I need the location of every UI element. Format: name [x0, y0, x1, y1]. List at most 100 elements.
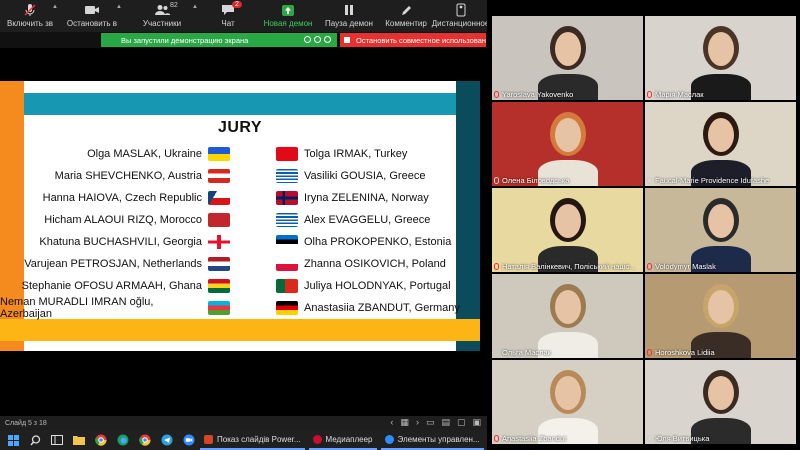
jury-member-right: Alex EVAGGELU, Greece — [276, 209, 430, 231]
jury-member-name: Varujean PETROSJAN, Netherlands — [24, 258, 202, 270]
chevron-up-icon[interactable]: ▲ — [116, 4, 122, 10]
participant-tile[interactable]: Юля Витвицька — [645, 360, 796, 444]
slide-counter: Слайд 5 з 18 — [5, 419, 47, 427]
stop-share-button[interactable]: Остановить совместное использован — [340, 33, 486, 47]
participant-video — [686, 188, 756, 272]
participant-tile[interactable]: Anastasiia Zbandut — [492, 360, 643, 444]
jury-member-name: Juliya HOLODNYAK, Portugal — [304, 280, 451, 292]
mic-muted-icon — [494, 263, 499, 270]
chevron-up-icon[interactable]: ▲ — [52, 4, 58, 10]
participant-tile[interactable]: Наталія Валінкевич, Поліський націо... — [492, 188, 643, 272]
jury-member-right: Tolga IRMAK, Turkey — [276, 143, 407, 165]
participant-name: Наталія Валінкевич, Поліський націо... — [502, 262, 636, 271]
poland-flag-icon — [276, 257, 298, 271]
jury-member-name: Hanna HAIOVA, Czech Republic — [42, 192, 202, 204]
chevron-up-icon[interactable]: ▲ — [192, 4, 198, 10]
zoom-icon[interactable] — [182, 433, 196, 447]
participant-name-label: Наталія Валінкевич, Поліський націо... — [494, 262, 641, 271]
reading-view-icon[interactable]: ▢ — [457, 417, 466, 428]
presentation-area: JURY Olga MASLAK, Ukraine Maria SHEVCHENK… — [0, 48, 487, 416]
jury-member-left: Hanna HAIOVA, Czech Republic — [43, 187, 230, 209]
ghana-flag-icon — [208, 279, 230, 293]
czech-flag-icon — [208, 191, 230, 205]
pause-icon — [340, 3, 358, 17]
participants-button[interactable]: 82 Участники ▲ — [124, 0, 200, 32]
windows-taskbar: Показ слайдів Power... Медиаплеер Элемен… — [0, 430, 487, 450]
grid-icon[interactable]: ▦ — [400, 417, 409, 428]
jury-member-right: Olha PROKOPENKO, Estonia — [276, 231, 451, 253]
annotate-label: Комментир — [385, 19, 427, 28]
annotate-button[interactable]: Комментир — [378, 0, 434, 32]
search-icon[interactable] — [28, 433, 42, 447]
jury-member-name: Anastasiia ZBANDUT, Germany — [304, 302, 460, 314]
edge-icon[interactable] — [116, 433, 130, 447]
participant-video — [686, 360, 756, 444]
task-view-icon[interactable] — [50, 433, 64, 447]
participant-video — [533, 360, 603, 444]
slideshow-view-icon[interactable]: ▣ — [472, 417, 481, 428]
stop-video-button[interactable]: Остановить в ▲ — [60, 0, 124, 32]
taskbar-app-zoom-controls[interactable]: Элементы управлен... — [380, 430, 484, 450]
jury-member-name: Khatuna BUCHASHVILI, Georgia — [39, 236, 202, 248]
participant-tile[interactable]: Volodymyr Maslak — [645, 188, 796, 272]
greece-flag-icon — [276, 213, 298, 227]
jury-member-left: Stephanie OFOSU ARMAAH, Ghana — [22, 275, 230, 297]
jury-member-left: Hicham ALAOUI RIZQ, Morocco — [44, 209, 230, 231]
remote-control-button[interactable]: Дистанционное — [432, 0, 489, 32]
jury-member-left: Neman MURADLI IMRAN oğlu, Azerbaijan — [0, 296, 230, 320]
pin-icon[interactable] — [304, 35, 311, 43]
participants-icon — [153, 3, 171, 17]
participant-name: Юля Витвицька — [655, 434, 710, 443]
chat-button[interactable]: 2 Чат — [200, 0, 256, 32]
meeting-toolbar: Включить зв ▲ Остановить в ▲ 82 Участник… — [0, 0, 489, 32]
participant-name-label: Volodymyr Maslak — [647, 262, 794, 271]
participant-tile[interactable]: Марія Маслак — [645, 16, 796, 100]
taskbar-app-powerpoint[interactable]: Показ слайдів Power... — [200, 430, 305, 450]
participant-tile[interactable]: Олена Біловодська — [492, 102, 643, 186]
unmute-button[interactable]: Включить зв ▲ — [0, 0, 60, 32]
participant-tile[interactable]: Yaroslava Yakovenko — [492, 16, 643, 100]
pause-share-label: Пауза демон — [325, 19, 373, 28]
jury-member-right: Iryna ZELENINA, Norway — [276, 187, 429, 209]
participant-tile[interactable]: Horoshkova Lidiia — [645, 274, 796, 358]
jury-member-name: Neman MURADLI IMRAN oğlu, Azerbaijan — [0, 296, 154, 320]
windows-start-icon[interactable] — [6, 433, 20, 447]
mic-icon — [494, 177, 499, 184]
previous-icon[interactable]: ‹ — [390, 417, 393, 428]
participant-tile[interactable]: Faucal-Marie Providence Idufashe — [645, 102, 796, 186]
chevron-down-icon[interactable] — [324, 35, 331, 43]
new-share-button[interactable]: Новая демон — [256, 0, 320, 32]
participant-name-label: Faucal-Marie Providence Idufashe — [647, 176, 794, 185]
jury-member-name: Zhanna OSIKOVICH, Poland — [304, 258, 446, 270]
participant-video — [533, 188, 603, 272]
ukraine-flag-icon — [208, 147, 230, 161]
taskbar-app-media-player[interactable]: Медиаплеер — [308, 430, 377, 450]
participant-video — [533, 102, 603, 186]
jury-member-right: Anastasiia ZBANDUT, Germany — [276, 297, 460, 319]
participants-count: 82 — [170, 2, 178, 9]
slide-yellow-corner — [0, 319, 24, 341]
participant-name: Ольга Маслак — [502, 348, 551, 357]
participant-name-label: Юля Витвицька — [647, 434, 794, 443]
next-icon[interactable]: › — [416, 417, 419, 428]
participant-video — [686, 274, 756, 358]
chrome-icon-2[interactable] — [138, 433, 152, 447]
pause-share-button[interactable]: Пауза демон — [320, 0, 378, 32]
telegram-icon[interactable] — [160, 433, 174, 447]
normal-view-icon[interactable]: ▭ — [426, 417, 435, 428]
participant-name-label: Yaroslava Yakovenko — [494, 90, 641, 99]
jury-member-left: Olga MASLAK, Ukraine — [87, 143, 230, 165]
shield-icon[interactable] — [314, 35, 321, 43]
jury-member-name: Stephanie OFOSU ARMAAH, Ghana — [21, 280, 202, 292]
participant-name-label: Олена Біловодська — [494, 176, 641, 185]
participant-name-label: Anastasiia Zbandut — [494, 434, 641, 443]
participant-name: Faucal-Marie Providence Idufashe — [655, 176, 770, 185]
participant-gallery: Yaroslava Yakovenko Марія Маслак Олена Біл… — [487, 0, 800, 450]
chrome-icon[interactable] — [94, 433, 108, 447]
remote-control-icon — [452, 3, 470, 17]
sorter-view-icon[interactable]: ▤ — [441, 417, 450, 428]
participant-tile[interactable]: Ольга Маслак — [492, 274, 643, 358]
turkey-flag-icon — [276, 147, 298, 161]
file-explorer-icon[interactable] — [72, 433, 86, 447]
participant-name-label: Марія Маслак — [647, 90, 794, 99]
